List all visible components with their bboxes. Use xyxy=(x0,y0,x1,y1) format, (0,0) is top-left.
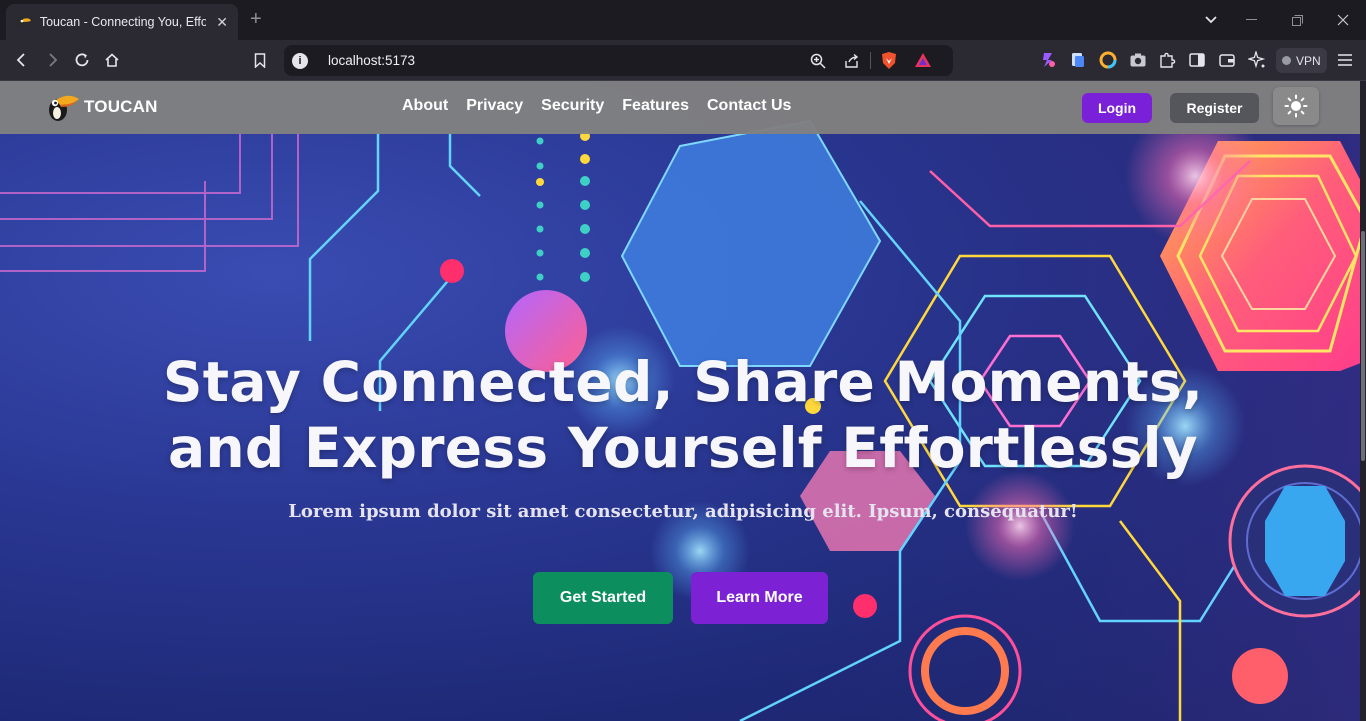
url-divider xyxy=(870,52,871,69)
browser-tab-active[interactable]: Toucan - Connecting You, Effortlessly ✕ xyxy=(6,4,238,40)
nav-link-privacy[interactable]: Privacy xyxy=(466,97,523,115)
brave-shields-icon[interactable] xyxy=(880,51,898,70)
toucan-logo-icon xyxy=(49,95,79,121)
nav-link-security[interactable]: Security xyxy=(541,97,604,115)
window-close-icon[interactable] xyxy=(1320,0,1366,40)
login-button[interactable]: Login xyxy=(1082,93,1152,123)
nav-link-about[interactable]: About xyxy=(402,97,448,115)
home-icon[interactable] xyxy=(100,48,124,72)
scrollbar-thumb[interactable] xyxy=(1361,231,1365,461)
page-scrollbar[interactable] xyxy=(1360,81,1366,721)
hero-subheading: Lorem ipsum dolor sit amet consectetur, … xyxy=(288,501,1078,522)
register-button[interactable]: Register xyxy=(1170,93,1259,123)
hero-headline: Stay Connected, Share Moments, and Expre… xyxy=(0,349,1366,481)
site-navbar: TOUCAN About Privacy Security Features C… xyxy=(0,81,1360,134)
bookmark-icon[interactable] xyxy=(248,48,272,72)
camera-icon[interactable] xyxy=(1129,51,1147,69)
hero-headline-line-1: Stay Connected, Share Moments, xyxy=(162,350,1204,414)
extensions-puzzle-icon[interactable] xyxy=(1158,51,1176,69)
tab-title: Toucan - Connecting You, Effortlessly xyxy=(39,15,207,29)
restore-icon[interactable] xyxy=(1274,0,1320,40)
menu-hamburger-icon[interactable] xyxy=(1336,51,1354,69)
nav-link-features[interactable]: Features xyxy=(622,97,689,115)
browser-tab-strip: Toucan - Connecting You, Effortlessly ✕ … xyxy=(0,0,1366,40)
main-nav: About Privacy Security Features Contact … xyxy=(402,97,791,115)
toucan-favicon-icon xyxy=(16,17,31,27)
reload-icon[interactable] xyxy=(70,48,94,72)
zoom-icon[interactable] xyxy=(810,53,826,69)
brand-name: TOUCAN xyxy=(84,97,158,116)
brand-logo[interactable]: TOUCAN xyxy=(44,90,158,124)
get-started-button[interactable]: Get Started xyxy=(533,572,673,624)
new-tab-icon[interactable]: + xyxy=(250,8,262,30)
wallet-icon[interactable] xyxy=(1218,51,1236,69)
ai-extension-icon[interactable] xyxy=(1039,51,1057,69)
address-bar[interactable]: i localhost:5173 xyxy=(284,45,953,76)
minimize-icon[interactable] xyxy=(1228,0,1274,40)
back-icon[interactable] xyxy=(10,48,34,72)
vpn-status-icon xyxy=(1282,56,1291,65)
theme-toggle-button[interactable] xyxy=(1273,87,1319,125)
color-picker-icon[interactable] xyxy=(1099,51,1117,69)
address-url[interactable]: localhost:5173 xyxy=(328,53,415,68)
share-icon[interactable] xyxy=(844,53,860,69)
site-info-icon[interactable]: i xyxy=(292,52,308,69)
learn-more-button[interactable]: Learn More xyxy=(691,572,828,624)
document-extension-icon[interactable] xyxy=(1069,51,1087,69)
browser-toolbar: i localhost:5173 VPN xyxy=(0,40,1366,81)
hero-headline-line-2: and Express Yourself Effortlessly xyxy=(168,416,1198,480)
vpn-button[interactable]: VPN xyxy=(1276,48,1327,73)
brave-rewards-icon[interactable] xyxy=(914,52,932,68)
vpn-label: VPN xyxy=(1296,53,1321,68)
sidebar-toggle-icon[interactable] xyxy=(1188,51,1206,69)
tab-close-icon[interactable]: ✕ xyxy=(216,14,228,31)
leo-ai-sparkle-icon[interactable] xyxy=(1248,51,1266,69)
nav-link-contact-us[interactable]: Contact Us xyxy=(707,97,791,115)
web-page: TOUCAN About Privacy Security Features C… xyxy=(0,81,1366,721)
sun-icon xyxy=(1284,94,1308,118)
forward-icon[interactable] xyxy=(40,48,64,72)
